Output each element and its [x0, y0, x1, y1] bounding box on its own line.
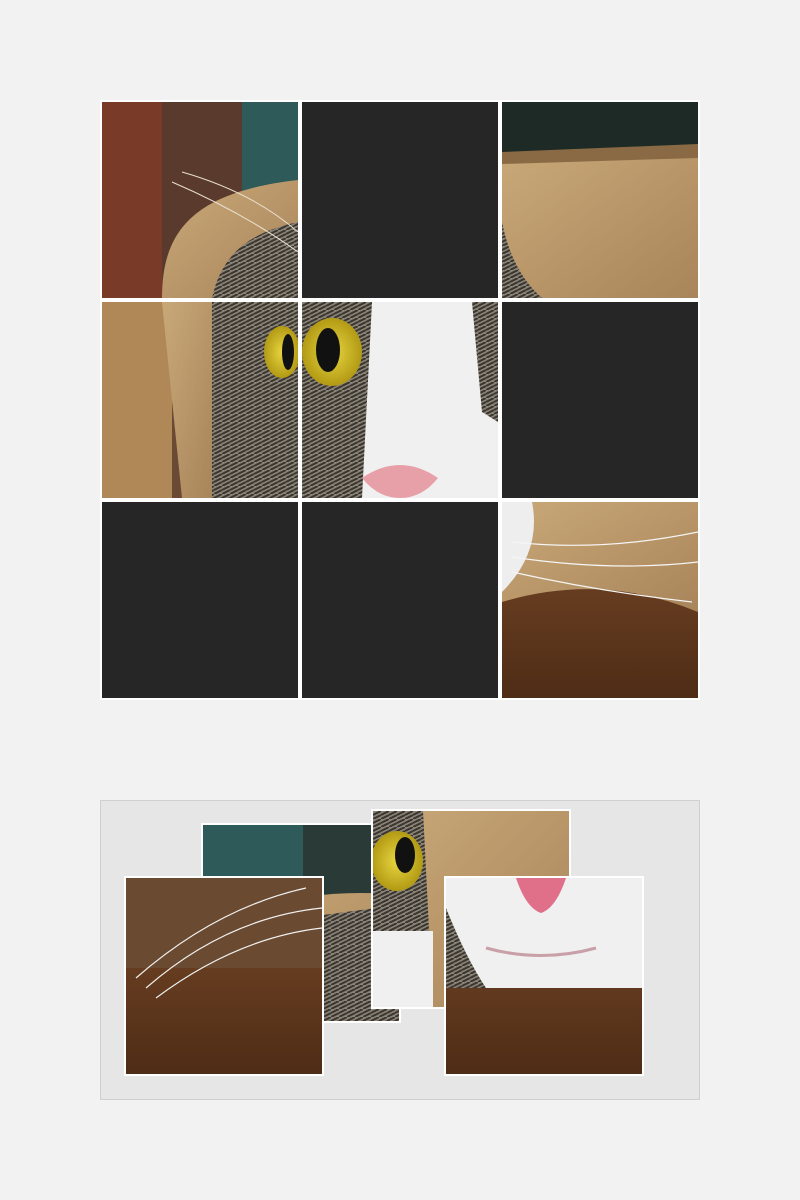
- tray-piece-bottom-left[interactable]: [124, 876, 324, 1076]
- board-slot-r2c2[interactable]: [302, 302, 498, 498]
- puzzle-piece-bottom-right[interactable]: [502, 502, 698, 698]
- board-slot-r2c1[interactable]: [102, 302, 298, 498]
- puzzle-piece-top-left[interactable]: [102, 102, 298, 298]
- puzzle-board: [100, 100, 700, 700]
- puzzle-piece-center[interactable]: [302, 302, 498, 498]
- board-slot-r3c3[interactable]: [502, 502, 698, 698]
- board-slot-r1c2-empty[interactable]: [302, 102, 498, 298]
- board-slot-r3c1-empty[interactable]: [102, 502, 298, 698]
- puzzle-piece-bottom-center[interactable]: [446, 878, 642, 1074]
- puzzle-piece-middle-left[interactable]: [102, 302, 298, 498]
- board-slot-r1c3[interactable]: [502, 102, 698, 298]
- piece-tray: [100, 800, 700, 1100]
- puzzle-piece-bottom-left[interactable]: [126, 878, 322, 1074]
- board-slot-r1c1[interactable]: [102, 102, 298, 298]
- puzzle-piece-top-right[interactable]: [502, 102, 698, 298]
- board-slot-r3c2-empty[interactable]: [302, 502, 498, 698]
- board-slot-r2c3-empty[interactable]: [502, 302, 698, 498]
- tray-piece-bottom-center[interactable]: [444, 876, 644, 1076]
